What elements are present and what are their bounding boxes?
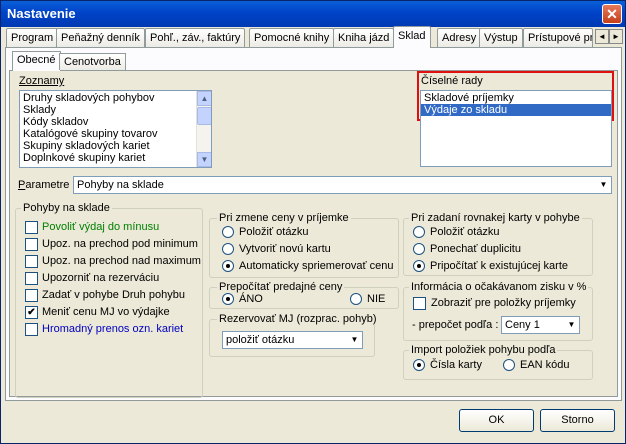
list-item[interactable]: Skupiny skladových kariet	[20, 140, 211, 152]
close-button[interactable]: ✕	[602, 4, 622, 24]
zoznamy-scrollbar[interactable]: ▲ ▼	[196, 91, 211, 167]
checkbox-povolit-vydaj[interactable]	[25, 221, 38, 234]
parametre-label: Parametre	[18, 179, 70, 191]
ciselne-rady-label: Číselné rady	[421, 75, 483, 87]
parametre-value: Pohyby na sklade	[77, 179, 164, 191]
scroll-thumb[interactable]	[197, 107, 211, 125]
radio-label: Vytvoriť novú kartu	[239, 243, 331, 255]
radio-ponechat-duplicitu[interactable]	[413, 243, 425, 255]
tab-scroll-left-icon[interactable]: ◄	[595, 29, 609, 44]
radio-vytvorit-kartu[interactable]	[222, 243, 234, 255]
checkbox-label: Meniť cenu MJ vo výdajke	[42, 306, 170, 318]
list-item-selected[interactable]: Výdaje zo skladu	[421, 104, 611, 116]
prepocet-value: Ceny 1	[505, 319, 540, 331]
checkbox-label: Upoz. na prechod nad maximum	[42, 255, 201, 267]
checkbox-upoz-nad-maximum[interactable]	[25, 255, 38, 268]
prepocet-select[interactable]: Ceny 1 ▼	[501, 316, 580, 334]
radio-label: Položiť otázku	[239, 226, 309, 238]
radio-label: NIE	[367, 293, 386, 305]
tab-pomocne-knihy[interactable]: Pomocné knihy	[249, 28, 335, 47]
list-item[interactable]: Skladové príjemky	[421, 92, 611, 104]
chevron-down-icon[interactable]: ▼	[595, 177, 611, 193]
checkbox-label: Upoz. na prechod pod minimum	[42, 238, 198, 250]
radio-ano[interactable]	[222, 293, 234, 305]
radio-label: Čísla karty	[430, 359, 482, 371]
tab-pohladavky[interactable]: Pohľ., záv., faktúry	[145, 28, 246, 47]
radio-label: ÁNO	[239, 293, 263, 305]
rovnaka-karta-label: Pri zadaní rovnakej karty v pohybe	[409, 212, 582, 224]
pohyby-group	[15, 208, 203, 398]
list-item[interactable]: Kódy skladov	[20, 116, 211, 128]
radio-spriemerovat[interactable]	[222, 260, 234, 272]
checkbox-menit-cenu[interactable]: ✔	[25, 306, 38, 319]
list-item[interactable]: Sklady	[20, 104, 211, 116]
tab-program[interactable]: Program	[6, 28, 59, 47]
zoznamy-label: Zoznamy	[19, 75, 65, 87]
zoznamy-list[interactable]: Druhy skladových pohybov Sklady Kódy skl…	[19, 90, 212, 168]
tab-adresy[interactable]: Adresy	[437, 28, 482, 47]
checkbox-zobrazit-zisk[interactable]	[413, 297, 426, 310]
checkbox-label: Hromadný prenos ozn. kariet	[42, 323, 184, 335]
radio-cisla-karty[interactable]	[413, 359, 425, 371]
prepocet-label: - prepočet podľa :	[412, 319, 499, 331]
ok-button[interactable]: OK	[459, 409, 534, 432]
pohyby-group-label: Pohyby na sklade	[21, 202, 112, 214]
tab-vystup[interactable]: Výstup	[479, 28, 523, 47]
checkbox-upoz-pod-minimum[interactable]	[25, 238, 38, 251]
zmena-ceny-label: Pri zmene ceny v príjemke	[217, 212, 351, 224]
subtab-cenotvorba[interactable]: Cenotvorba	[59, 53, 126, 70]
title-bar: Nastavenie	[1, 1, 625, 27]
radio-label: Automaticky spriemerovať cenu	[239, 260, 394, 272]
list-item[interactable]: Katalógové skupiny tovarov	[20, 128, 211, 140]
checkbox-label: Povoliť výdaj do mínusu	[42, 221, 160, 233]
tab-pristupove-prava[interactable]: Prístupové pr	[523, 28, 593, 47]
checkbox-label: Zobraziť pre položky príjemky	[431, 297, 576, 309]
checkbox-label: Upozorniť na rezerváciu	[42, 272, 160, 284]
window-title: Nastavenie	[7, 6, 76, 21]
tab-sklad[interactable]: Sklad	[393, 26, 431, 48]
rezervovat-value: položiť otázku	[226, 334, 295, 346]
radio-polozit-otazku-karta[interactable]	[413, 226, 425, 238]
radio-nie[interactable]	[350, 293, 362, 305]
tab-scroll-right-icon[interactable]: ►	[609, 29, 623, 44]
list-item[interactable]: Druhy skladových pohybov	[20, 92, 211, 104]
scroll-up-icon[interactable]: ▲	[197, 91, 211, 106]
chevron-down-icon[interactable]: ▼	[346, 332, 362, 348]
list-item[interactable]: Doplnkové skupiny kariet	[20, 152, 211, 164]
radio-label: Položiť otázku	[430, 226, 500, 238]
prepocitat-label: Prepočítať predajné ceny	[217, 281, 345, 293]
radio-polozit-otazku[interactable]	[222, 226, 234, 238]
subtab-obecne[interactable]: Obecné	[12, 51, 61, 71]
checkbox-hromadny-prenos[interactable]	[25, 323, 38, 336]
radio-label: Pripočítať k existujúcej karte	[430, 260, 569, 272]
rezervovat-label: Rezervovať MJ (rozprac. pohyb)	[217, 313, 379, 325]
radio-ean-kodu[interactable]	[503, 359, 515, 371]
import-label: Import položiek pohybu podľa	[409, 344, 558, 356]
settings-dialog: Nastavenie ✕ Program Peňažný denník Pohľ…	[0, 0, 626, 444]
rezervovat-select[interactable]: položiť otázku ▼	[222, 331, 363, 349]
chevron-down-icon[interactable]: ▼	[563, 317, 579, 333]
radio-label: Ponechať duplicitu	[430, 243, 521, 255]
checkbox-zadat-druh-pohybu[interactable]	[25, 289, 38, 302]
zisk-label: Informácia o očakávanom zisku v %	[409, 281, 589, 293]
tab-penazny-dennik[interactable]: Peňažný denník	[56, 28, 145, 47]
radio-pripocitat[interactable]	[413, 260, 425, 272]
parametre-select[interactable]: Pohyby na sklade ▼	[73, 176, 612, 194]
scroll-down-icon[interactable]: ▼	[197, 152, 211, 167]
radio-label: EAN kódu	[520, 359, 570, 371]
cancel-button[interactable]: Storno	[540, 409, 615, 432]
checkbox-label: Zadať v pohybe Druh pohybu	[42, 289, 185, 301]
tab-kniha-jazd[interactable]: Kniha jázd	[333, 28, 395, 47]
checkbox-upozornit-rezervacia[interactable]	[25, 272, 38, 285]
ciselne-rady-list[interactable]: Skladové príjemky Výdaje zo skladu	[420, 90, 612, 167]
